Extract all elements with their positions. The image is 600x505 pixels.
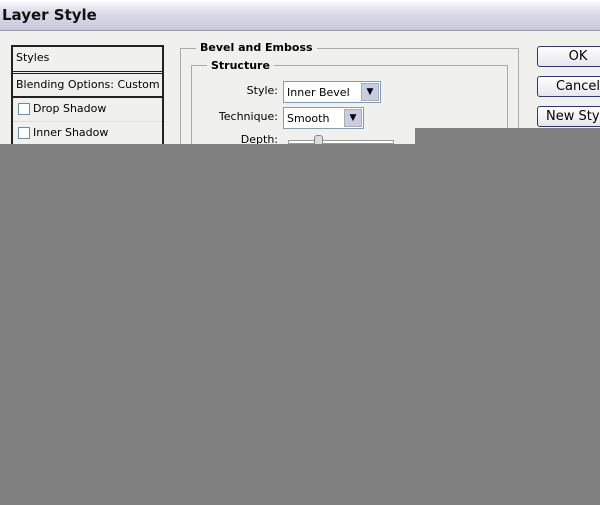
sidebar-item-drop-shadow[interactable]: Drop Shadow (13, 98, 162, 122)
chevron-down-icon: ▼ (361, 83, 379, 101)
technique-value: Smooth (287, 112, 330, 125)
ok-button[interactable]: OK (537, 46, 600, 67)
new-style-button[interactable]: New Style... (537, 106, 600, 127)
style-select[interactable]: Inner Bevel ▼ (283, 81, 381, 103)
sidebar-item-label: Inner Shadow (33, 126, 109, 139)
sidebar-item-styles[interactable]: Styles (13, 47, 162, 74)
window-title: Layer Style (2, 6, 97, 24)
technique-label: Technique: (218, 110, 278, 123)
sidebar-item-label: Blending Options: Custom (16, 78, 160, 91)
title-bar: Layer Style (0, 0, 600, 31)
technique-select[interactable]: Smooth ▼ (283, 107, 364, 129)
cancel-button[interactable]: Cancel (537, 76, 600, 97)
structure-title: Structure (207, 59, 274, 72)
gray-overlay-top (415, 128, 600, 144)
style-label: Style: (246, 84, 278, 97)
drop-shadow-checkbox[interactable] (18, 103, 30, 115)
bevel-emboss-title: Bevel and Emboss (196, 41, 317, 54)
sidebar-item-blending-options[interactable]: Blending Options: Custom (13, 74, 162, 98)
styles-list: Styles Blending Options: Custom Drop Sha… (11, 45, 164, 159)
sidebar-item-inner-shadow[interactable]: Inner Shadow (13, 122, 162, 146)
inner-shadow-checkbox[interactable] (18, 127, 30, 139)
gray-overlay (0, 144, 600, 505)
sidebar-item-label: Styles (16, 51, 50, 64)
sidebar-item-label: Drop Shadow (33, 102, 107, 115)
style-value: Inner Bevel (287, 86, 350, 99)
chevron-down-icon: ▼ (344, 109, 362, 127)
